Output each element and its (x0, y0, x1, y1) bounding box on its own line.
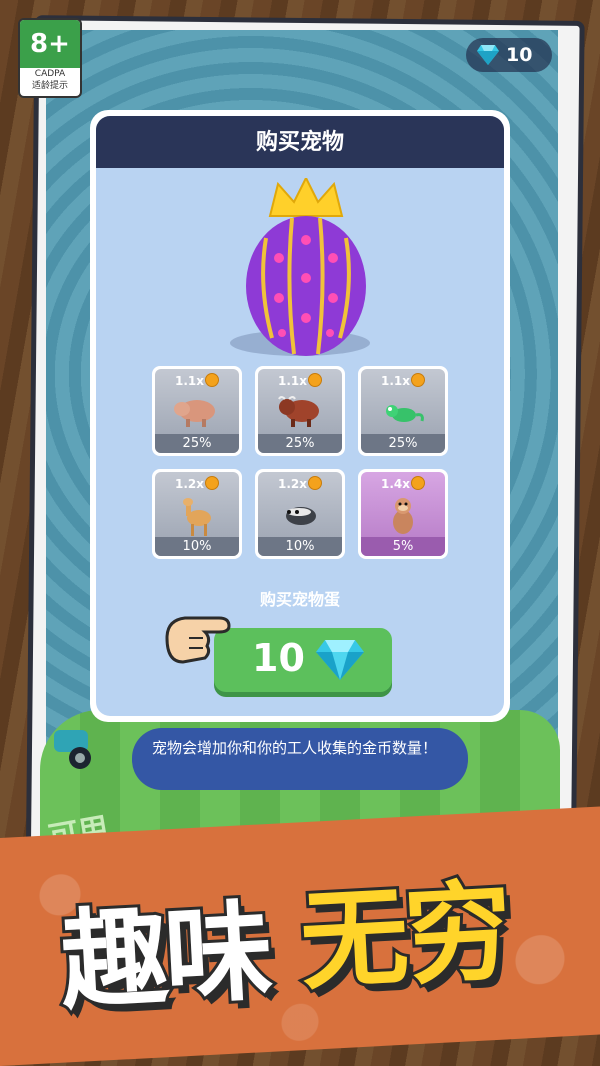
age-rating-org: CADPA (34, 69, 66, 79)
pet-chance: 25% (155, 434, 239, 453)
gem-counter[interactable]: 10 (466, 38, 552, 72)
pet-chance: 10% (258, 537, 342, 556)
pet-card-deer: 1.2x 10% (152, 469, 242, 559)
info-text: 宠物会增加你和你的工人收集的金币数量！ (152, 739, 438, 757)
bull-icon (278, 396, 319, 427)
pet-chance: 5% (361, 537, 445, 556)
age-rating-label: 8+ (20, 20, 80, 68)
lizard-icon (386, 405, 424, 422)
pet-card-bull: 1.1x 25% (255, 366, 345, 456)
pet-chance: 25% (258, 434, 342, 453)
diamond-icon (316, 640, 364, 680)
pet-card-boar: 1.1x 25% (152, 366, 242, 456)
pet-multiplier: 1.1x (175, 374, 204, 388)
slogan-part2: 无穷 (294, 867, 514, 1009)
pet-multiplier: 1.4x (381, 477, 410, 491)
pet-egg-icon[interactable] (236, 178, 376, 358)
info-tooltip: 宠物会增加你和你的工人收集的金币数量！ (132, 728, 468, 790)
dialog-body: 购买宠物 1.1x 25% 1.1x 25% 1.1x 25% 1.2x 10%… (96, 116, 504, 716)
pet-multiplier: 1.1x (278, 374, 307, 388)
coin-icon (411, 476, 425, 490)
coin-icon (308, 373, 322, 387)
pet-card-lizard: 1.1x 25% (358, 366, 448, 456)
pet-multiplier: 1.2x (175, 477, 204, 491)
pet-multiplier: 1.2x (278, 477, 307, 491)
badger-icon (286, 507, 316, 525)
buy-egg-button[interactable]: 10 (214, 628, 392, 692)
pointing-hand-icon (165, 616, 231, 664)
dialog-title: 购买宠物 (96, 116, 504, 168)
gem-count: 10 (506, 44, 533, 66)
pet-card-badger: 1.2x 10% (255, 469, 345, 559)
age-rating-badge: 8+ CADPA 适龄提示 (18, 18, 82, 98)
buy-egg-label: 购买宠物蛋 (259, 590, 340, 609)
coin-icon (308, 476, 322, 490)
buy-pet-dialog: 购买宠物 1.1x 25% 1.1x 25% 1.1x 25% 1.2x 10%… (90, 110, 510, 722)
coin-icon (205, 373, 219, 387)
monkey-icon (393, 498, 413, 534)
deer-icon (183, 498, 211, 536)
pet-card-monkey: 1.4x 5% (358, 469, 448, 559)
pet-multiplier: 1.1x (381, 374, 410, 388)
boar-icon (174, 400, 215, 427)
buy-price: 10 (252, 636, 305, 680)
lawnmower-icon (54, 730, 91, 769)
diamond-icon (477, 45, 499, 65)
coin-icon (411, 373, 425, 387)
pet-chance: 25% (361, 434, 445, 453)
pet-chance: 10% (155, 537, 239, 556)
coin-icon (205, 476, 219, 490)
slogan-part1: 趣味 (54, 887, 274, 1029)
age-rating-caption: 适龄提示 (31, 81, 68, 91)
